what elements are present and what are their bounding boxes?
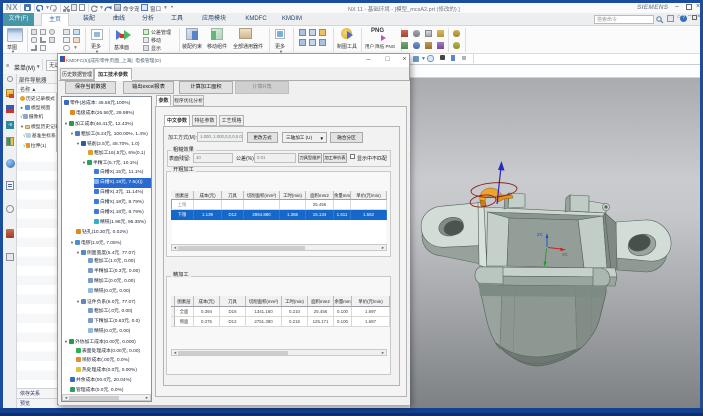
svg-text:ZC: ZC [537,232,544,237]
svg-text:XC: XC [562,252,568,257]
